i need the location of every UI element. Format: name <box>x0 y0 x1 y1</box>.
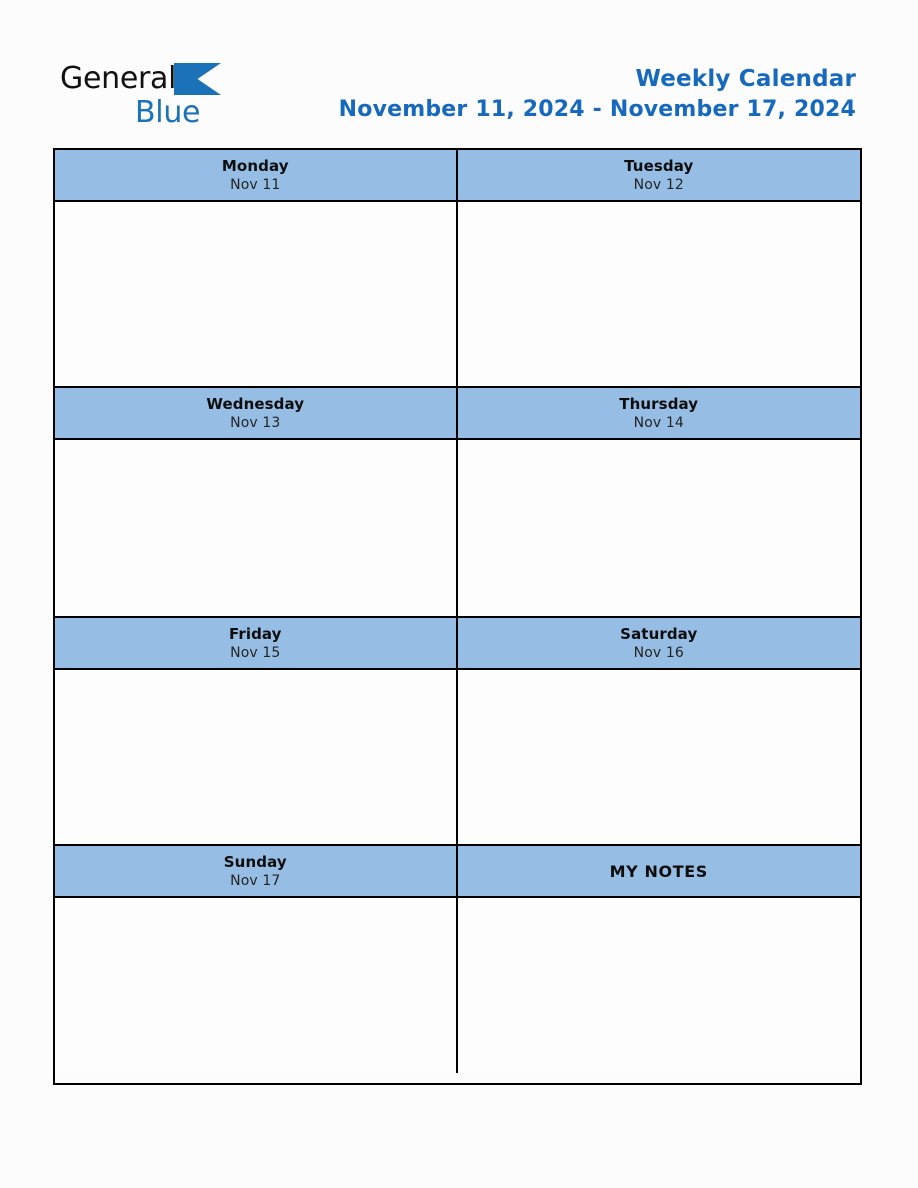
day-body-row-3 <box>55 670 860 846</box>
day-notes-area-friday[interactable] <box>55 670 458 844</box>
weekly-calendar-page: General Blue Weekly Calendar November 11… <box>0 0 918 1188</box>
day-header-row-3: Friday Nov 15 Saturday Nov 16 <box>55 618 860 670</box>
day-header-thursday[interactable]: Thursday Nov 14 <box>457 388 860 438</box>
page-title: Weekly Calendar <box>635 66 856 92</box>
day-date-label: Nov 15 <box>230 644 281 661</box>
calendar-block-4: Sunday Nov 17 MY NOTES <box>55 846 860 1073</box>
day-header-saturday[interactable]: Saturday Nov 16 <box>457 618 860 668</box>
notes-header[interactable]: MY NOTES <box>457 846 860 896</box>
day-body-row-2 <box>55 440 860 618</box>
date-range-subtitle: November 11, 2024 - November 17, 2024 <box>338 97 856 122</box>
day-name-label: Wednesday <box>206 394 305 413</box>
day-body-row-1 <box>55 202 860 388</box>
logo-bottom-row: Blue <box>60 96 260 130</box>
day-header-row-2: Wednesday Nov 13 Thursday Nov 14 <box>55 388 860 440</box>
day-header-sunday[interactable]: Sunday Nov 17 <box>55 846 458 896</box>
title-group: Weekly Calendar November 11, 2024 - Nove… <box>339 64 856 125</box>
page-header: General Blue Weekly Calendar November 11… <box>0 0 918 148</box>
calendar-grid: Monday Nov 11 Tuesday Nov 12 Wednesday N… <box>53 148 862 1085</box>
day-header-wednesday[interactable]: Wednesday Nov 13 <box>55 388 458 438</box>
logo-text-general: General <box>60 61 177 96</box>
day-notes-area-thursday[interactable] <box>457 440 860 616</box>
logo-triangle-icon <box>174 63 222 95</box>
calendar-block-2: Wednesday Nov 13 Thursday Nov 14 <box>55 388 860 618</box>
day-date-label: Nov 16 <box>633 644 684 661</box>
day-header-monday[interactable]: Monday Nov 11 <box>55 150 458 200</box>
day-name-label: Monday <box>221 156 289 175</box>
day-name-label: Sunday <box>223 852 287 871</box>
logo-text-blue: Blue <box>135 95 201 130</box>
day-name-label: Tuesday <box>624 156 694 175</box>
day-date-label: Nov 14 <box>633 414 684 431</box>
day-notes-area-tuesday[interactable] <box>457 202 860 386</box>
day-body-row-4 <box>55 898 860 1073</box>
day-header-row-4: Sunday Nov 17 MY NOTES <box>55 846 860 898</box>
day-notes-area-saturday[interactable] <box>457 670 860 844</box>
day-date-label: Nov 12 <box>633 176 684 193</box>
day-name-label: Thursday <box>619 394 699 413</box>
day-notes-area-sunday[interactable] <box>55 898 458 1073</box>
my-notes-area[interactable] <box>457 898 860 1073</box>
calendar-block-1: Monday Nov 11 Tuesday Nov 12 <box>55 150 860 388</box>
day-date-label: Nov 11 <box>230 176 281 193</box>
day-header-friday[interactable]: Friday Nov 15 <box>55 618 458 668</box>
day-date-label: Nov 17 <box>230 872 281 889</box>
day-notes-area-wednesday[interactable] <box>55 440 458 616</box>
general-blue-logo: General Blue <box>60 62 260 134</box>
day-name-label: Friday <box>228 624 282 643</box>
day-header-tuesday[interactable]: Tuesday Nov 12 <box>457 150 860 200</box>
day-header-row-1: Monday Nov 11 Tuesday Nov 12 <box>55 150 860 202</box>
calendar-block-3: Friday Nov 15 Saturday Nov 16 <box>55 618 860 846</box>
day-date-label: Nov 13 <box>230 414 281 431</box>
notes-title-label: MY NOTES <box>609 861 708 881</box>
day-name-label: Saturday <box>620 624 698 643</box>
day-notes-area-monday[interactable] <box>55 202 458 386</box>
